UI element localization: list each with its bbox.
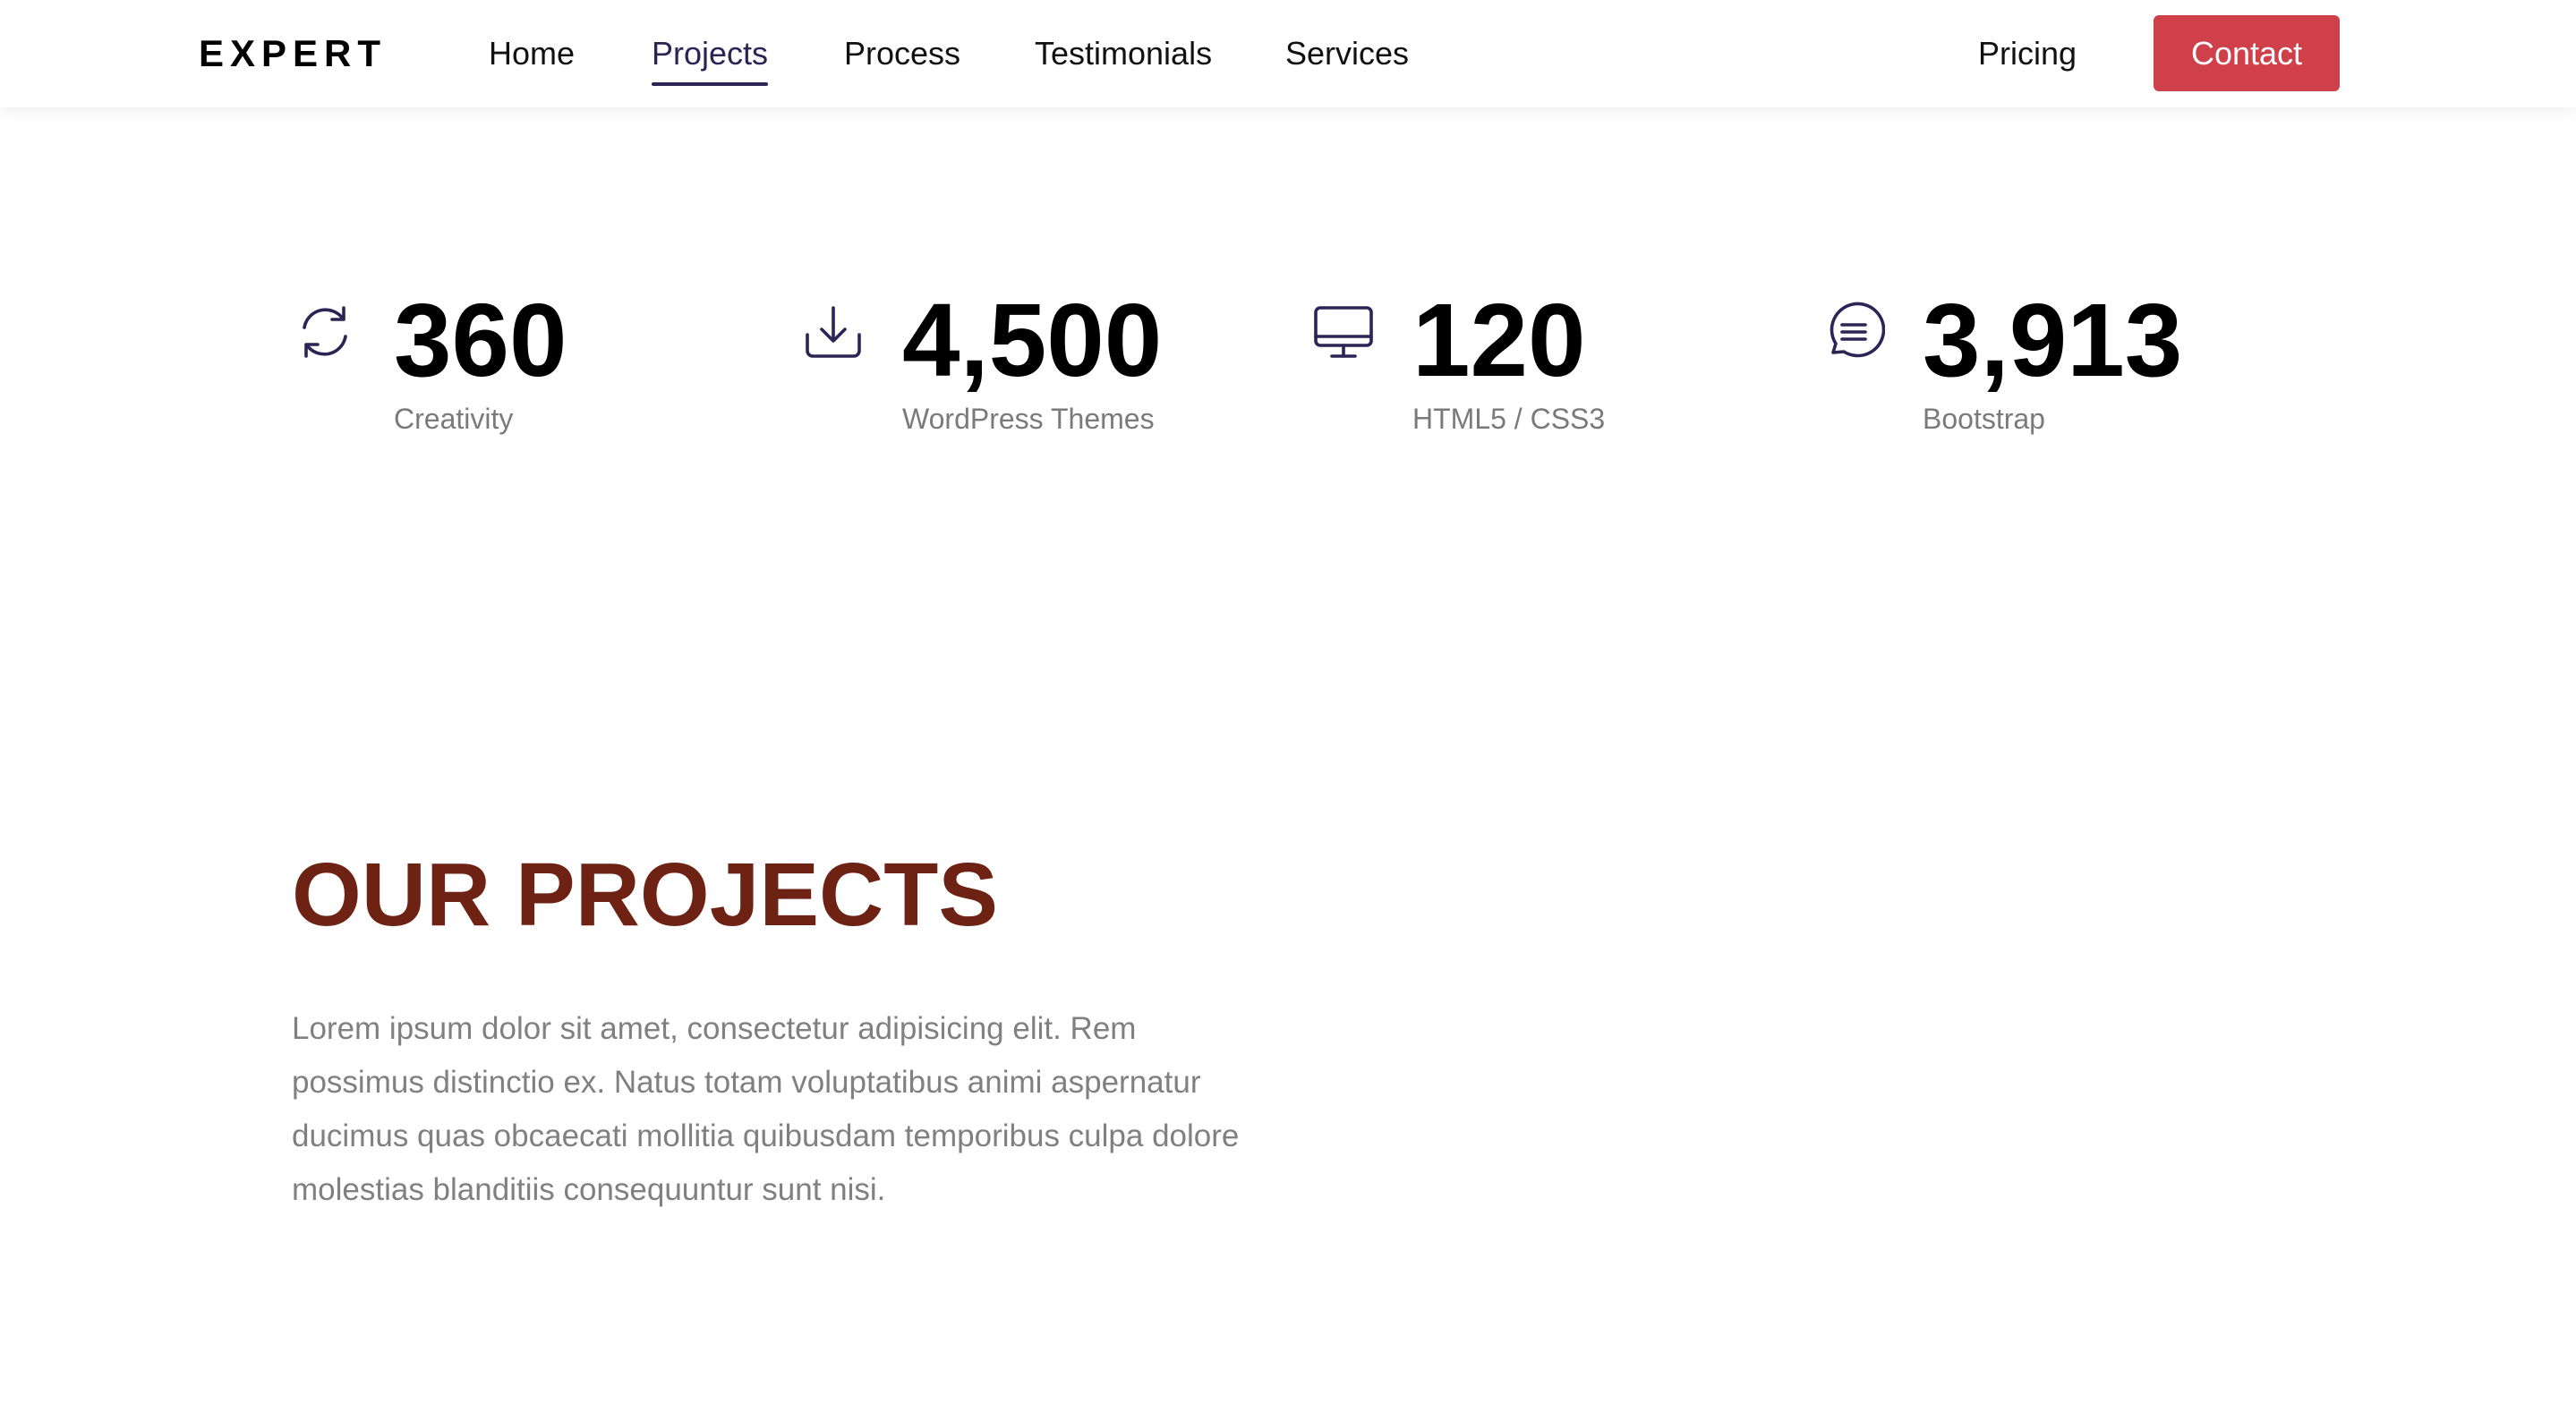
contact-button[interactable]: Contact	[2154, 15, 2340, 91]
stat-value: 4,500	[902, 282, 1163, 398]
download-icon	[802, 301, 865, 363]
stat-label: Creativity	[394, 403, 514, 435]
nav-link-services[interactable]: Services	[1285, 27, 1409, 81]
stat-label: Bootstrap	[1923, 403, 2045, 435]
stat-value: 3,913	[1923, 282, 2183, 398]
stat-label: WordPress Themes	[902, 403, 1155, 435]
navbar: EXPERT Home Projects Process Testimonial…	[0, 0, 2576, 107]
stat-value: 120	[1412, 282, 1586, 398]
nav-link-home[interactable]: Home	[489, 27, 575, 81]
refresh-icon	[294, 301, 356, 363]
nav-link-process[interactable]: Process	[844, 27, 960, 81]
brand-logo[interactable]: EXPERT	[199, 27, 387, 81]
chat-icon	[1822, 301, 1885, 363]
stat-label: HTML5 / CSS3	[1412, 403, 1606, 435]
nav-link-testimonials[interactable]: Testimonials	[1035, 27, 1212, 81]
stat-value: 360	[394, 282, 567, 398]
nav-link-projects[interactable]: Projects	[652, 27, 769, 86]
section-title: OUR PROJECTS	[292, 845, 999, 945]
nav-link-pricing[interactable]: Pricing	[1978, 27, 2077, 81]
monitor-icon	[1312, 301, 1375, 363]
section-description: Lorem ipsum dolor sit amet, consectetur …	[292, 1011, 1240, 1207]
